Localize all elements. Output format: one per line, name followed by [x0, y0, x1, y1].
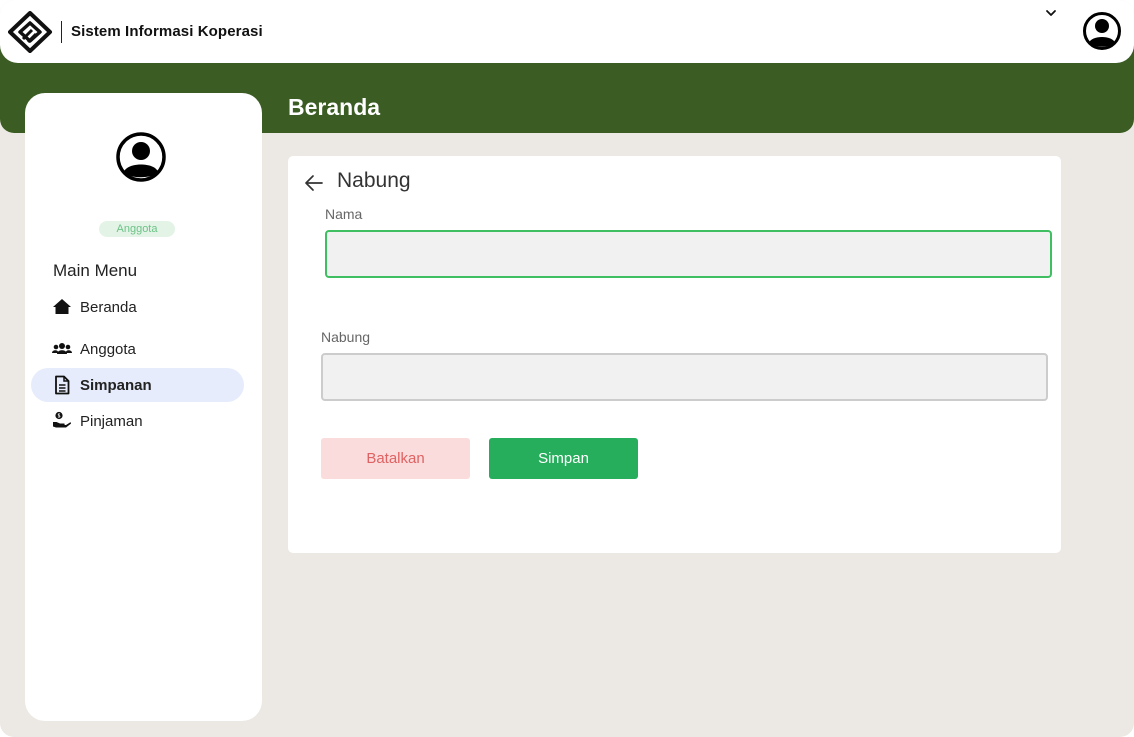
sidebar-item-simpanan[interactable]: Simpanan	[31, 368, 244, 402]
nama-input[interactable]	[325, 230, 1052, 278]
page-title: Beranda	[288, 94, 381, 120]
top-bar: Sistem Informasi Koperasi	[0, 0, 1134, 63]
sidebar-item-beranda[interactable]: Beranda	[31, 290, 244, 324]
logo-divider	[61, 21, 62, 43]
sidebar-item-label: Beranda	[80, 299, 137, 316]
chevron-down-icon[interactable]	[1043, 6, 1059, 20]
cancel-button[interactable]: Batalkan	[321, 438, 470, 479]
sidebar: Anggota Main Menu Beranda Anggota Simpan…	[25, 93, 262, 721]
app-background: Sistem Informasi Koperasi Beranda Anggot…	[0, 0, 1134, 737]
user-avatar-icon[interactable]	[1082, 11, 1122, 51]
nabung-label: Nabung	[321, 329, 371, 345]
nabung-input[interactable]	[321, 353, 1048, 401]
app-title: Sistem Informasi Koperasi	[71, 23, 263, 40]
nama-label: Nama	[325, 206, 363, 222]
role-badge: Anggota	[99, 221, 175, 237]
home-icon	[53, 299, 71, 314]
users-icon	[52, 343, 72, 354]
menu-title: Main Menu	[53, 261, 138, 280]
sidebar-item-pinjaman[interactable]: Pinjaman	[31, 404, 244, 438]
sidebar-item-anggota[interactable]: Anggota	[31, 332, 244, 366]
back-arrow-icon[interactable]	[303, 172, 325, 194]
form-card: Nabung Nama Nabung Batalkan Simpan	[288, 156, 1061, 553]
sidebar-item-label: Simpanan	[80, 377, 152, 394]
save-button[interactable]: Simpan	[489, 438, 638, 479]
koperasi-logo[interactable]	[8, 11, 54, 53]
profile-avatar-icon	[116, 132, 166, 182]
document-icon	[55, 375, 70, 395]
sidebar-item-label: Anggota	[80, 341, 136, 358]
sidebar-item-label: Pinjaman	[80, 413, 143, 430]
hand-money-icon	[53, 411, 72, 428]
form-title: Nabung	[337, 169, 411, 192]
